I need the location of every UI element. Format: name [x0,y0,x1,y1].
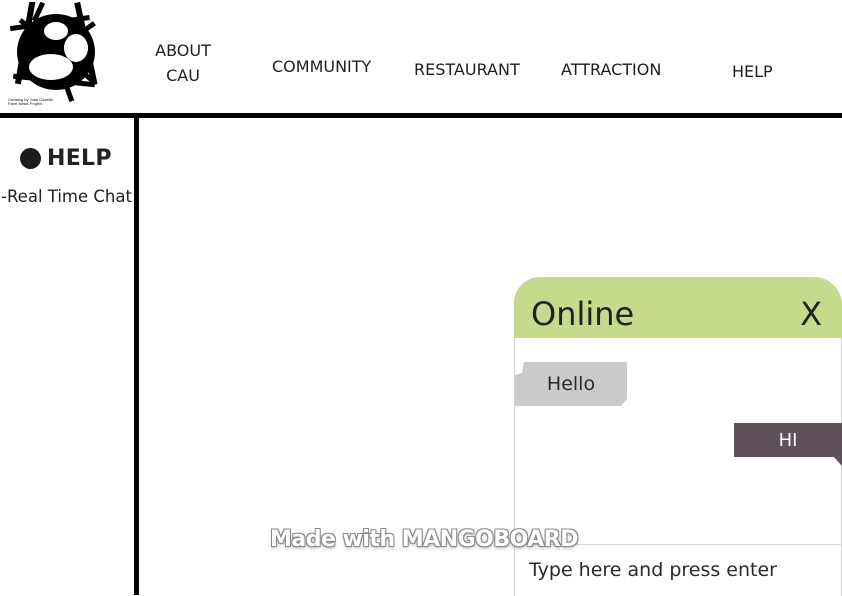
filled-circle-icon [20,148,41,169]
outgoing-message: HI [734,423,842,457]
nav-restaurant[interactable]: RESTAURANT [414,60,520,79]
nav-about-cau[interactable]: ABOUT CAU [148,38,218,88]
sidebar-divider [134,118,139,595]
header-divider [0,113,842,118]
site-logo[interactable] [6,2,106,106]
logo-caption: Creating by John Casella Farm Nests Proj… [8,97,78,107]
chat-status: Online [531,295,635,333]
nav-about-line2: CAU [166,66,200,85]
outgoing-message-tail [834,457,842,466]
logo-caption-line: Farm Nests Project [8,101,43,107]
sidebar-title-text: HELP [47,146,112,171]
sidebar-title: HELP [20,146,112,171]
incoming-message: Hello [515,362,627,406]
chat-message-input[interactable] [529,557,829,583]
nav-attraction[interactable]: ATTRACTION [561,60,661,79]
nav-about-line1: ABOUT [155,41,211,60]
nav-community[interactable]: COMMUNITY [272,57,371,76]
chat-close-button[interactable]: X [800,295,822,333]
chat-header: Online X [514,277,842,338]
nav-help[interactable]: HELP [732,62,773,81]
watermark: Made with MANGOBOARD [270,527,578,552]
sidebar-item-real-time-chat[interactable]: -Real Time Chat [1,187,132,206]
nest-with-eggs-icon [9,2,98,102]
